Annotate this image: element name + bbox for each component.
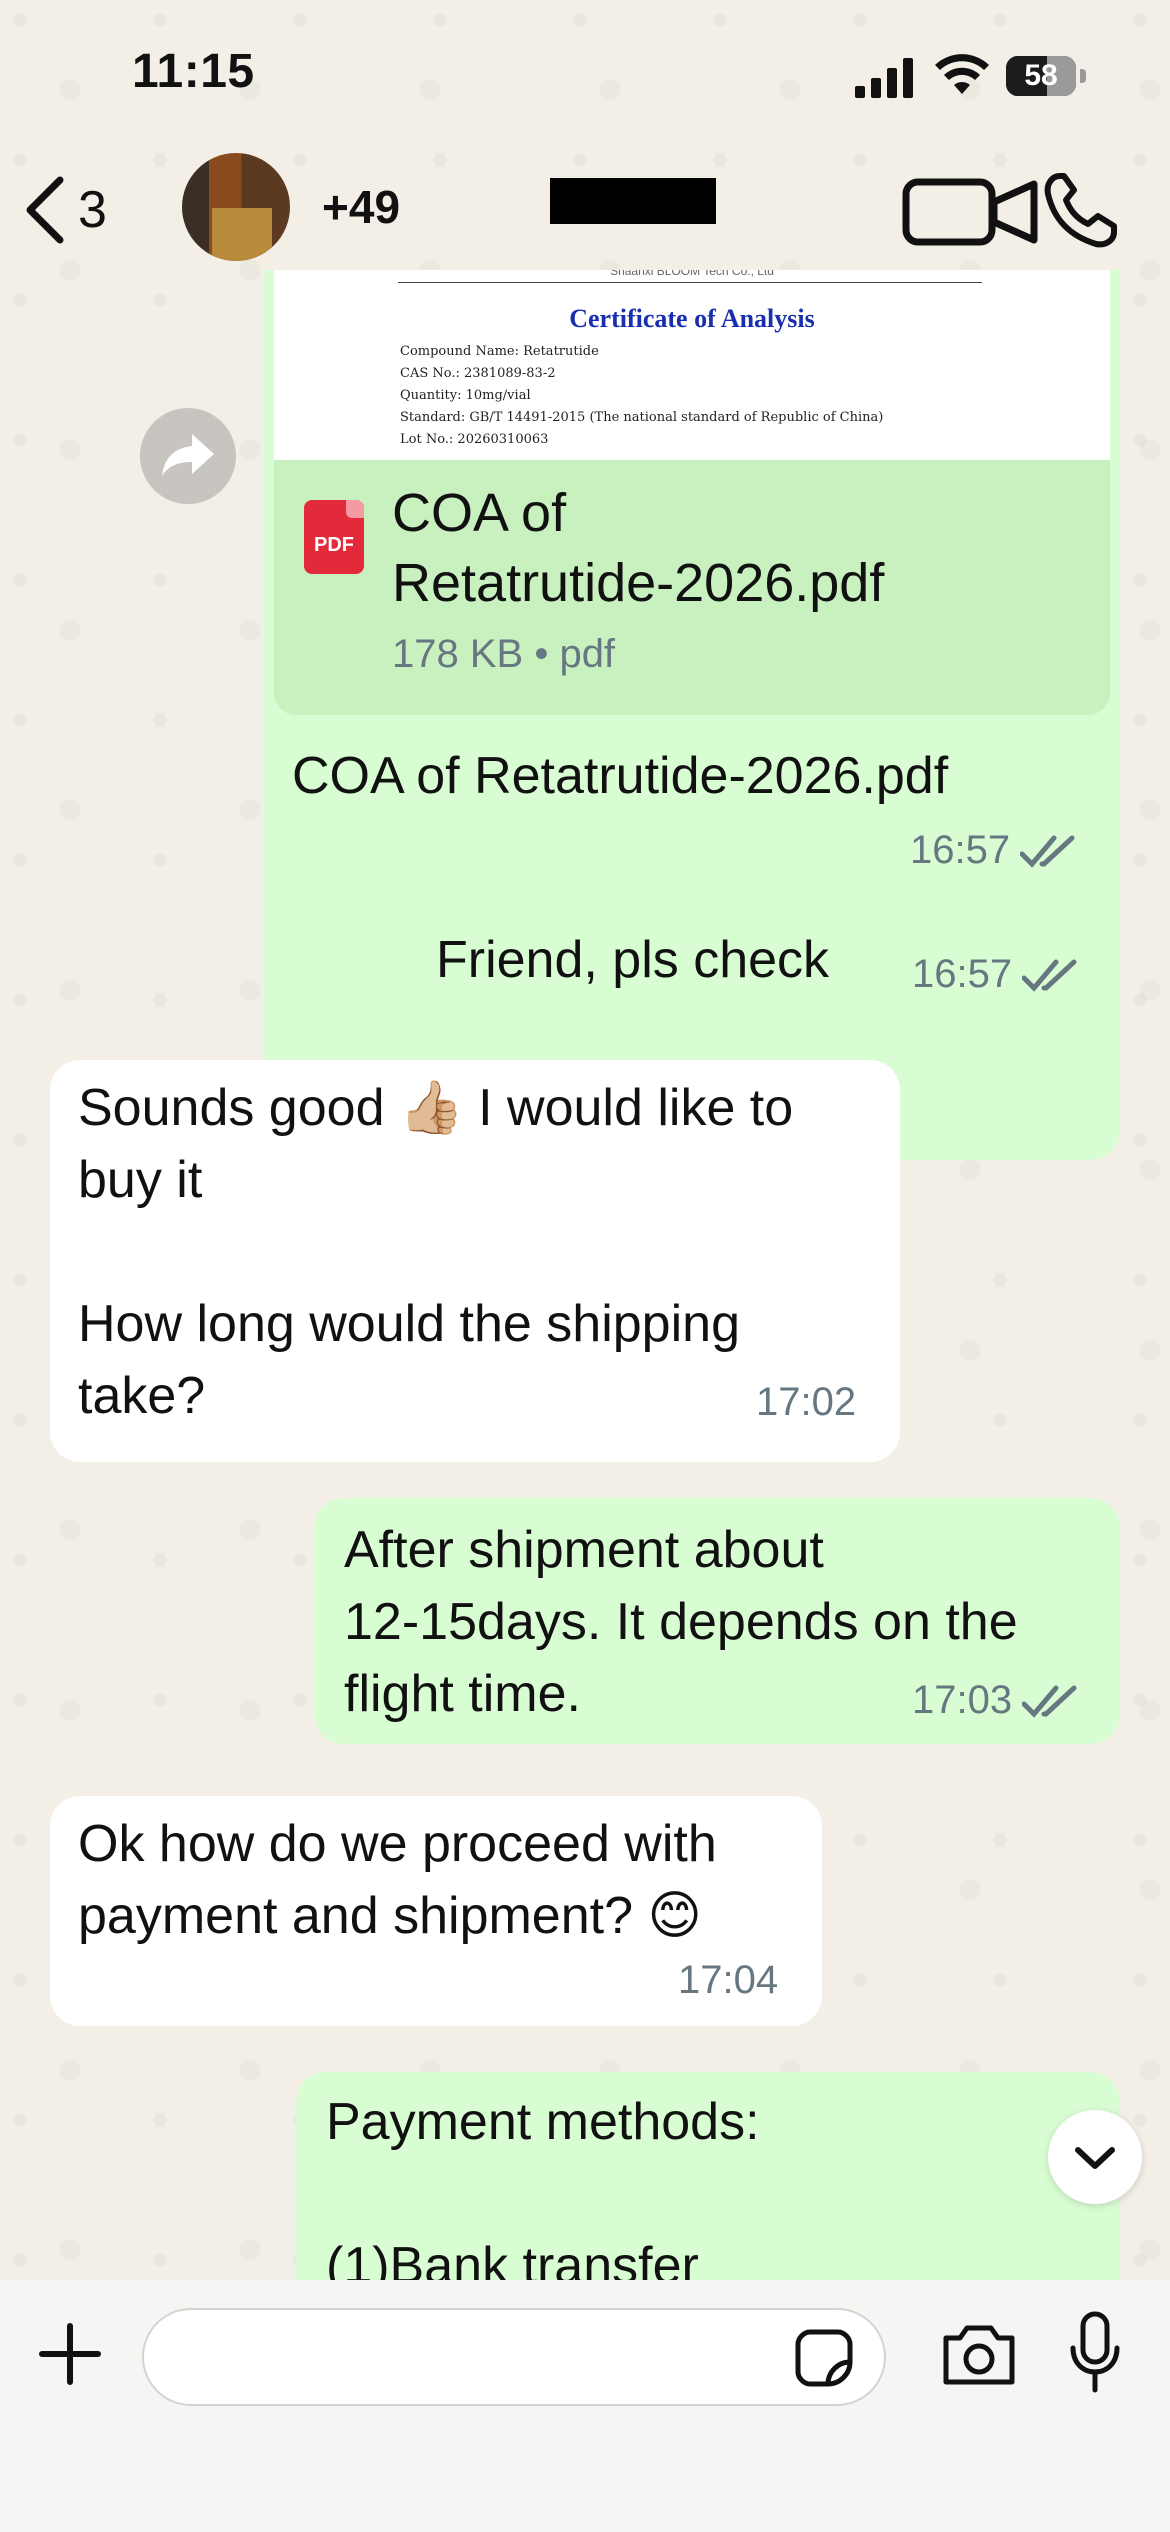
document-company: Shaanxi BLOOM Tech Co., Ltd xyxy=(610,270,774,278)
message-meta: 16:57 xyxy=(912,952,1080,997)
plus-icon xyxy=(39,2323,101,2385)
double-check-icon xyxy=(1022,1685,1077,1718)
document-file-card[interactable]: PDF COA of Retatrutide-2026.pdf 178 KB •… xyxy=(274,460,1110,715)
redacted-bar xyxy=(550,178,716,224)
chat-header: 3 +49 xyxy=(0,150,1170,270)
video-call-button[interactable] xyxy=(902,176,1042,248)
contact-name[interactable]: +49 xyxy=(322,180,400,234)
document-line: Compound Name: Retatrutide xyxy=(400,344,599,359)
unread-count: 3 xyxy=(78,181,107,239)
message-meta: 17:02 xyxy=(756,1380,856,1425)
status-time: 11:15 xyxy=(132,45,255,98)
microphone-button[interactable] xyxy=(1068,2310,1122,2396)
message-time: 16:57 xyxy=(912,952,1013,996)
message-time: 17:03 xyxy=(912,1678,1013,1722)
document-file-meta: 178 KB • pdf xyxy=(392,632,616,676)
forward-button[interactable] xyxy=(140,408,236,504)
battery-indicator: 58 xyxy=(1006,56,1086,96)
home-indicator xyxy=(0,2450,1170,2532)
document-file-name: COA of Retatrutide-2026.pdf xyxy=(392,483,885,613)
message-time: 17:02 xyxy=(756,1380,857,1424)
document-caption: COA of Retatrutide-2026.pdf xyxy=(292,747,949,805)
message-text: Sounds good 👍🏼 I would like to buy it Ho… xyxy=(78,1079,794,1425)
camera-icon xyxy=(943,2325,1015,2385)
microphone-icon xyxy=(1070,2311,1120,2393)
message-incoming[interactable]: Sounds good 👍🏼 I would like to buy it Ho… xyxy=(50,1060,900,1462)
back-button[interactable]: 3 xyxy=(20,170,140,250)
message-time: 17:04 xyxy=(678,1958,779,2002)
message-meta: 17:03 xyxy=(912,1678,1080,1723)
chevron-down-icon xyxy=(1075,2147,1115,2169)
message-text: Ok how do we proceed with payment and sh… xyxy=(78,1815,717,1945)
status-bar: 11:15 58 xyxy=(0,0,1170,150)
forward-arrow-icon xyxy=(162,434,214,476)
camera-button[interactable] xyxy=(940,2320,1018,2388)
phone-icon xyxy=(1044,173,1117,248)
pdf-file-icon: PDF xyxy=(304,500,364,574)
double-check-icon xyxy=(1022,959,1077,992)
wifi-icon xyxy=(935,54,989,94)
message-time: 16:57 xyxy=(910,828,1011,872)
message-input[interactable] xyxy=(142,2308,886,2406)
message-text: Friend, pls check xyxy=(436,931,830,989)
document-line: Quantity: 10mg/vial xyxy=(400,388,531,403)
voice-call-button[interactable] xyxy=(1042,170,1118,250)
document-preview[interactable]: Shaanxi BLOOM Tech Co., Ltd Certificate … xyxy=(274,270,1110,460)
document-line: Lot No.: 20260310063 xyxy=(400,432,549,447)
double-check-icon xyxy=(1020,835,1075,868)
chat-message-list[interactable]: Shaanxi BLOOM Tech Co., Ltd Certificate … xyxy=(0,270,1170,2280)
message-outgoing[interactable]: Payment methods: (1)Bank transfer xyxy=(296,2072,1120,2280)
message-text: Payment methods: (1)Bank transfer xyxy=(326,2093,760,2280)
chevron-left-icon xyxy=(26,176,64,244)
attach-button[interactable] xyxy=(36,2320,104,2388)
scroll-to-bottom-button[interactable] xyxy=(1048,2110,1142,2204)
document-line: CAS No.: 2381089-83-2 xyxy=(400,366,556,381)
contact-avatar[interactable] xyxy=(182,153,290,261)
message-incoming[interactable]: Ok how do we proceed with payment and sh… xyxy=(50,1796,822,2026)
sticker-button[interactable] xyxy=(792,2326,856,2390)
document-title: Certificate of Analysis xyxy=(569,304,815,333)
message-outgoing[interactable]: Friend, pls check 16:57 xyxy=(406,906,1120,1016)
message-outgoing[interactable]: After shipment about 12-15days. It depen… xyxy=(314,1498,1120,1744)
battery-level: 58 xyxy=(1024,59,1058,92)
cellular-signal-icon xyxy=(855,58,913,98)
message-meta: 17:04 xyxy=(678,1958,778,2003)
document-line: Standard: GB/T 14491-2015 (The national … xyxy=(400,410,884,425)
video-camera-icon xyxy=(902,178,1038,246)
message-composer xyxy=(0,2280,1170,2532)
sticker-icon xyxy=(795,2329,853,2387)
message-meta: 16:57 xyxy=(910,828,1078,873)
